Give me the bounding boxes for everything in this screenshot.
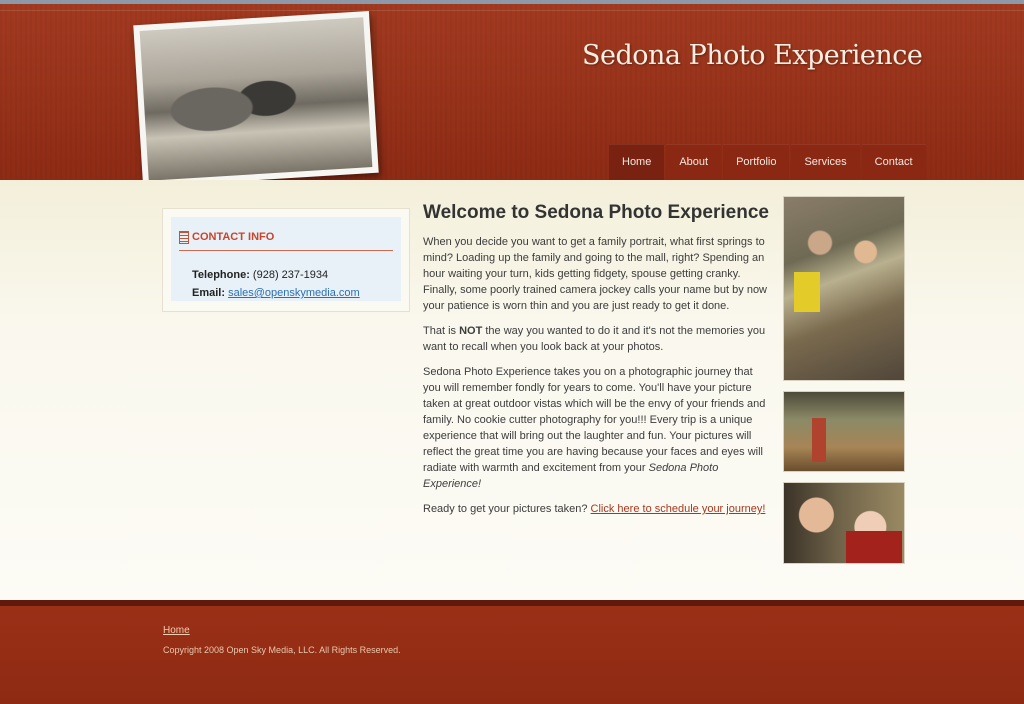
telephone-line: Telephone: (928) 237-1934 [192,269,328,281]
site-title: Sedona Photo Experience [582,40,923,71]
main-content: Welcome to Sedona Photo Experience When … [423,202,773,526]
not-bold: NOT [459,325,483,337]
notepad-icon [179,231,189,244]
cta-text: Ready to get your pictures taken? [423,503,591,515]
nav-contact[interactable]: Contact [861,144,926,180]
mother-baby-photo [783,482,905,564]
email-line: Email: sales@openskymedia.com [192,287,360,299]
cta-paragraph: Ready to get your pictures taken? Click … [423,501,773,517]
nav-portfolio[interactable]: Portfolio [723,144,790,180]
contact-header: CONTACT INFO [179,230,393,251]
contact-box: CONTACT INFO Telephone: (928) 237-1934 E… [162,208,410,312]
schedule-link[interactable]: Click here to schedule your journey! [591,503,766,515]
not-text-before: That is [423,325,460,337]
intro-paragraph: When you decide you want to get a family… [423,236,768,312]
forest-family-photo [783,391,905,472]
telephone-value: (928) 237-1934 [252,269,329,281]
telephone-label: Telephone: [192,269,250,281]
site-footer: Home Copyright 2008 Open Sky Media, LLC.… [0,600,1024,704]
contact-title: CONTACT INFO [192,231,275,243]
contact-panel: CONTACT INFO Telephone: (928) 237-1934 E… [171,217,401,301]
page-heading: Welcome to Sedona Photo Experience [423,202,769,223]
journey-text: Sedona Photo Experience takes you on a p… [423,366,766,474]
nav-home[interactable]: Home [609,144,665,180]
main-nav: Home About Portfolio Services Contact [609,144,926,180]
nav-about[interactable]: About [666,144,722,180]
kids-tree-photo [783,196,905,381]
not-paragraph: That is NOT the way you wanted to do it … [423,323,773,355]
email-label: Email: [192,287,226,299]
footer-home-link[interactable]: Home [163,625,190,636]
journey-paragraph: Sedona Photo Experience takes you on a p… [423,364,773,492]
nav-services[interactable]: Services [791,144,860,180]
email-link[interactable]: sales@openskymedia.com [228,287,360,299]
copyright-text: Copyright 2008 Open Sky Media, LLC. All … [163,645,401,655]
couple-photo [133,10,379,188]
